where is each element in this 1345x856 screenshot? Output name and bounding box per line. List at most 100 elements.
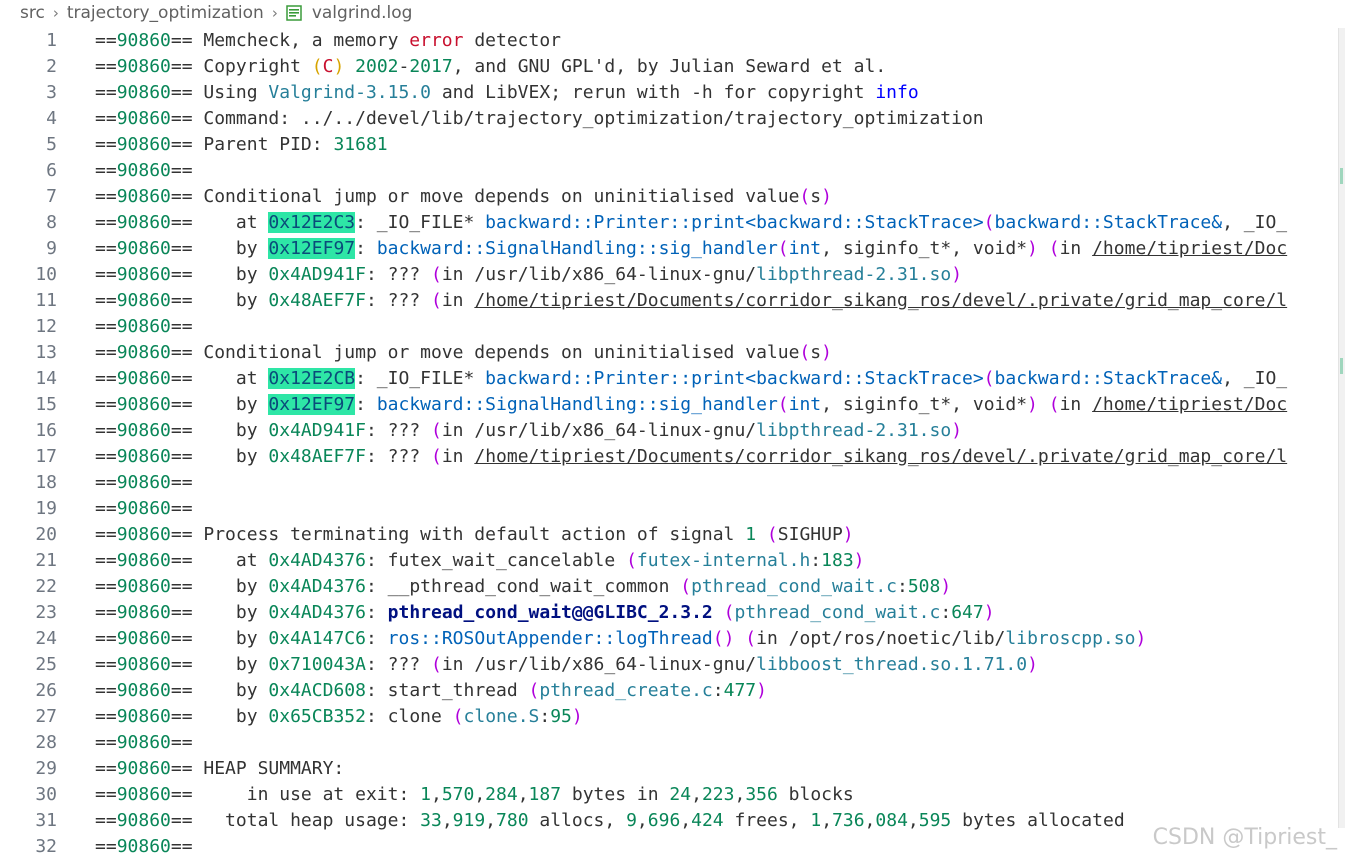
token: : bbox=[712, 680, 724, 701]
code-line[interactable]: 23 ==90860== by 0x4AD4376: pthread_cond_w… bbox=[0, 600, 1330, 626]
token: == Process terminating with default acti… bbox=[170, 524, 746, 545]
line-text: ==90860== Copyright (C) 2002-2017, and G… bbox=[95, 54, 886, 80]
token: == by bbox=[170, 680, 269, 701]
token: libpthread-2.31.so bbox=[756, 420, 952, 441]
code-line[interactable]: 28 ==90860== bbox=[0, 730, 1330, 756]
token: : __pthread_cond_wait_common bbox=[365, 576, 681, 597]
code-line[interactable]: 21 ==90860== at 0x4AD4376: futex_wait_can… bbox=[0, 548, 1330, 574]
code-line[interactable]: 24 ==90860== by 0x4A147C6: ros::ROSOutApp… bbox=[0, 626, 1330, 652]
code-line[interactable]: 7 ==90860== Conditional jump or move depe… bbox=[0, 184, 1330, 210]
token: backward::SignalHandling::sig_handler bbox=[376, 394, 778, 415]
line-number: 21 bbox=[35, 550, 57, 571]
token: : bbox=[539, 706, 551, 727]
token: 1 bbox=[745, 524, 757, 545]
token: backward::StackTrace& bbox=[994, 368, 1223, 389]
token: 90860 bbox=[116, 186, 171, 207]
token: ) bbox=[571, 706, 583, 727]
token: == bbox=[95, 498, 117, 519]
token: 0x48AEF7F bbox=[268, 446, 366, 467]
code-line[interactable]: 1 ==90860== Memcheck, a memory error dete… bbox=[0, 28, 1330, 54]
code-line[interactable]: 11 ==90860== by 0x48AEF7F: ??? (in /home/… bbox=[0, 288, 1330, 314]
code-line[interactable]: 12 ==90860== bbox=[0, 314, 1330, 340]
token: 424 bbox=[691, 810, 724, 831]
token: 90860 bbox=[116, 446, 171, 467]
token: detector bbox=[463, 30, 562, 51]
code-line[interactable]: 3 ==90860== Using Valgrind-3.15.0 and Lib… bbox=[0, 80, 1330, 106]
code-line[interactable]: 14 ==90860== at 0x12E2CB: _IO_FILE* backw… bbox=[0, 366, 1330, 392]
token: clone.S bbox=[463, 706, 540, 727]
code-line[interactable]: 22 ==90860== by 0x4AD4376: __pthread_cond… bbox=[0, 574, 1330, 600]
token: ) bbox=[1027, 238, 1038, 259]
token: : ??? bbox=[365, 446, 431, 467]
token: == bbox=[95, 290, 117, 311]
breadcrumb-item-src[interactable]: src bbox=[20, 3, 45, 23]
code-line[interactable]: 18 ==90860== bbox=[0, 470, 1330, 496]
token: ( bbox=[452, 706, 464, 727]
code-line[interactable]: 9 ==90860== by 0x12EF97: backward::Signal… bbox=[0, 236, 1330, 262]
token: int bbox=[788, 394, 822, 415]
line-text: ==90860== by 0x48AEF7F: ??? (in /home/ti… bbox=[95, 288, 1287, 314]
line-number: 10 bbox=[35, 264, 57, 285]
code-line[interactable]: 20 ==90860== Process terminating with def… bbox=[0, 522, 1330, 548]
token: == at bbox=[170, 212, 269, 233]
token: == bbox=[95, 368, 117, 389]
code-line[interactable]: 30 ==90860== in use at exit: 1,570,284,18… bbox=[0, 782, 1330, 808]
vertical-scrollbar[interactable] bbox=[1338, 28, 1345, 828]
breadcrumb-item-folder[interactable]: trajectory_optimization bbox=[67, 3, 264, 23]
token: bytes in bbox=[561, 784, 670, 805]
line-text: ==90860== at 0x4AD4376: futex_wait_cance… bbox=[95, 548, 865, 574]
token: blocks bbox=[777, 784, 854, 805]
token: 0x65CB352 bbox=[268, 706, 366, 727]
code-line[interactable]: 32 ==90860== bbox=[0, 834, 1330, 856]
token: , bbox=[485, 810, 497, 831]
code-line[interactable]: 15 ==90860== by 0x12EF97: backward::Signa… bbox=[0, 392, 1330, 418]
token: bytes allocated bbox=[951, 810, 1125, 831]
token: == bbox=[95, 810, 117, 831]
token: == bbox=[95, 238, 117, 259]
token: == bbox=[95, 30, 117, 51]
code-line[interactable]: 27 ==90860== by 0x65CB352: clone (clone.S… bbox=[0, 704, 1330, 730]
token: ( bbox=[766, 524, 778, 545]
code-line[interactable]: 13 ==90860== Conditional jump or move dep… bbox=[0, 340, 1330, 366]
code-line[interactable]: 6 ==90860== bbox=[0, 158, 1330, 184]
line-text: ==90860== by 0x4A147C6: ros::ROSOutAppen… bbox=[95, 626, 1146, 652]
line-number: 25 bbox=[35, 654, 57, 675]
token: == Memcheck, a memory bbox=[170, 30, 410, 51]
token: 90860 bbox=[116, 524, 171, 545]
token: frees, bbox=[723, 810, 811, 831]
token: ( bbox=[431, 446, 442, 467]
token: == by bbox=[170, 654, 269, 675]
code-line[interactable]: 19 ==90860== bbox=[0, 496, 1330, 522]
code-line[interactable]: 17 ==90860== by 0x48AEF7F: ??? (in /home/… bbox=[0, 444, 1330, 470]
code-line[interactable]: 2 ==90860== Copyright (C) 2002-2017, and … bbox=[0, 54, 1330, 80]
chevron-right-icon: › bbox=[271, 4, 278, 22]
breadcrumb-item-file[interactable]: valgrind.log bbox=[312, 3, 413, 23]
token: , bbox=[907, 810, 919, 831]
token: == bbox=[170, 160, 193, 181]
token: ) bbox=[983, 602, 995, 623]
token: ) bbox=[333, 56, 345, 77]
editor-content[interactable]: 1 ==90860== Memcheck, a memory error dete… bbox=[0, 28, 1330, 856]
code-line[interactable]: 5 ==90860== Parent PID: 31681 bbox=[0, 132, 1330, 158]
line-text: ==90860== by 0x48AEF7F: ??? (in /home/ti… bbox=[95, 444, 1287, 470]
code-line[interactable]: 4 ==90860== Command: ../../devel/lib/traj… bbox=[0, 106, 1330, 132]
code-line[interactable]: 16 ==90860== by 0x4AD941F: ??? (in /usr/l… bbox=[0, 418, 1330, 444]
code-line[interactable]: 26 ==90860== by 0x4ACD608: start_thread (… bbox=[0, 678, 1330, 704]
token: pthread_cond_wait.c bbox=[734, 602, 941, 623]
line-number: 5 bbox=[46, 134, 57, 155]
token: == bbox=[95, 758, 117, 779]
code-line[interactable]: 31 ==90860== total heap usage: 33,919,780… bbox=[0, 808, 1330, 834]
token: == bbox=[170, 472, 193, 493]
token: Valgrind-3.15.0 bbox=[268, 82, 431, 103]
code-line[interactable]: 8 ==90860== at 0x12E2C3: _IO_FILE* backwa… bbox=[0, 210, 1330, 236]
token: C bbox=[322, 56, 334, 77]
token: 2002 bbox=[355, 56, 399, 77]
token: == by bbox=[170, 628, 269, 649]
line-number: 27 bbox=[35, 706, 57, 727]
code-line[interactable]: 25 ==90860== by 0x710043A: ??? (in /usr/l… bbox=[0, 652, 1330, 678]
code-line[interactable]: 10 ==90860== by 0x4AD941F: ??? (in /usr/l… bbox=[0, 262, 1330, 288]
token: == bbox=[95, 550, 117, 571]
token: 736 bbox=[832, 810, 865, 831]
token: in bbox=[1059, 238, 1093, 259]
code-line[interactable]: 29 ==90860== HEAP SUMMARY: bbox=[0, 756, 1330, 782]
